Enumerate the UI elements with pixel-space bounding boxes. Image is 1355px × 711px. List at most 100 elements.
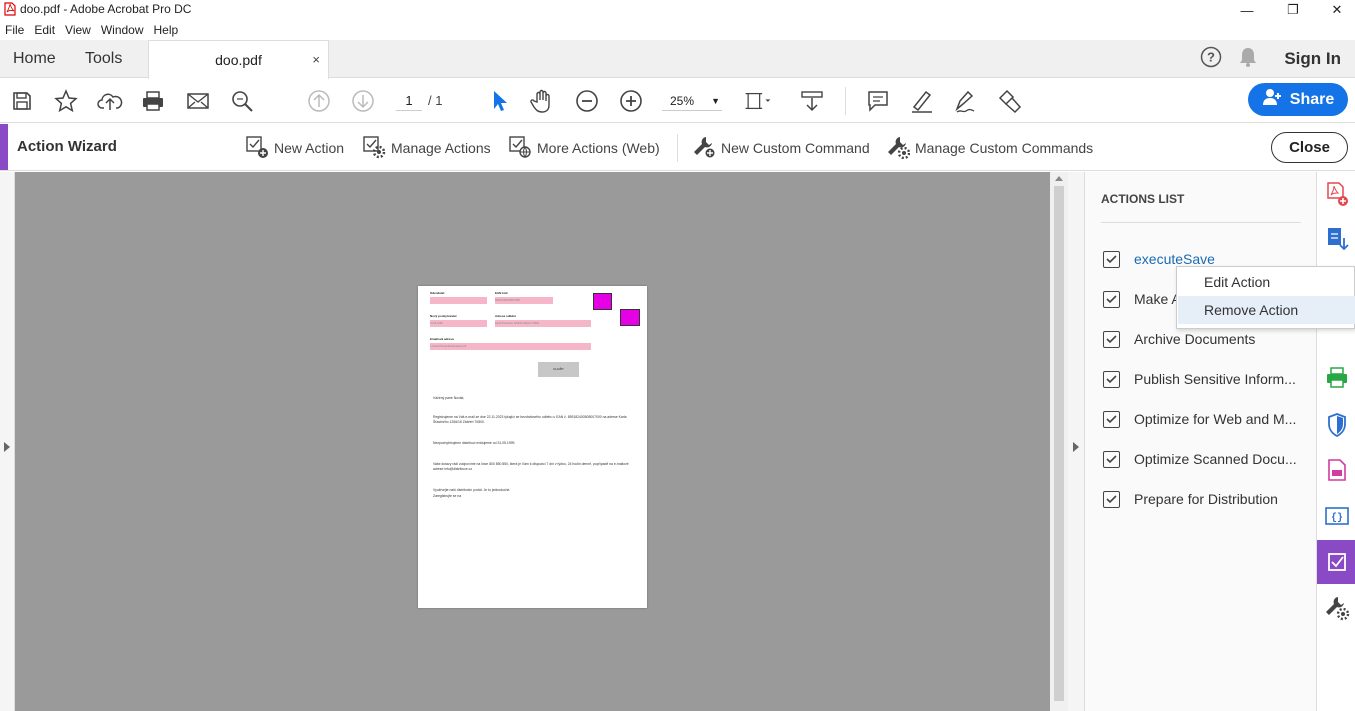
next-page-icon[interactable] — [349, 87, 377, 115]
actions-list-divider — [1101, 222, 1301, 223]
close-tab-icon[interactable]: × — [312, 41, 320, 79]
right-panel-collapse-handle[interactable] — [1068, 172, 1085, 711]
manage-custom-commands-button[interactable]: Manage Custom Commands — [886, 135, 1093, 161]
export-pdf-icon[interactable] — [1317, 219, 1355, 259]
page-fit-icon[interactable] — [744, 87, 772, 115]
expand-left-arrow-icon[interactable] — [4, 442, 10, 452]
close-window-icon[interactable]: ✕ — [1314, 0, 1355, 20]
page-number-input[interactable]: 1 — [396, 91, 422, 111]
email-icon[interactable] — [184, 87, 212, 115]
share-button[interactable]: Share — [1248, 83, 1348, 116]
fill-sign-icon[interactable] — [952, 87, 980, 115]
checklist-icon — [1103, 330, 1120, 348]
action-item-prepare-distribution[interactable]: Prepare for Distribution — [1103, 488, 1278, 510]
tab-home[interactable]: Home — [13, 40, 56, 78]
doc-field-sender[interactable] — [430, 297, 487, 304]
bookmark-star-icon[interactable] — [52, 87, 80, 115]
zoom-out-icon[interactable] — [573, 87, 601, 115]
new-action-button[interactable]: New Action — [245, 135, 344, 161]
action-item-optimize-web[interactable]: Optimize for Web and M... — [1103, 408, 1296, 430]
javascript-icon[interactable]: {} — [1317, 496, 1355, 536]
more-actions-web-button[interactable]: More Actions (Web) — [508, 135, 660, 161]
minimize-icon[interactable]: — — [1224, 0, 1270, 20]
custom-commands-icon[interactable] — [1317, 588, 1355, 628]
scrollbar-thumb[interactable] — [1054, 186, 1064, 701]
menu-view[interactable]: View — [65, 21, 91, 39]
tools-rail: {} — [1316, 172, 1355, 711]
remove-action-menu-item[interactable]: Remove Action — [1178, 296, 1355, 324]
print-icon[interactable] — [139, 87, 167, 115]
zoom-in-icon[interactable] — [617, 87, 645, 115]
select-cursor-icon[interactable] — [485, 87, 513, 115]
scroll-up-arrow-icon[interactable] — [1055, 176, 1063, 181]
doc-save-button[interactable]: ULOŽIT — [538, 362, 579, 377]
tab-tools[interactable]: Tools — [85, 40, 122, 78]
edit-action-menu-item[interactable]: Edit Action — [1178, 268, 1355, 296]
save-icon[interactable] — [8, 87, 36, 115]
action-item-optimize-scanned[interactable]: Optimize Scanned Docu... — [1103, 448, 1297, 470]
hand-tool-icon[interactable] — [528, 87, 556, 115]
checklist-icon — [1103, 250, 1120, 268]
main-toolbar: 1 / 1 25% ▼ Share — [0, 79, 1355, 123]
wrench-gear-icon — [886, 135, 911, 162]
doc-field-email[interactable]: c:/Users/Tomas/Desktop/doo.pdf — [430, 343, 591, 350]
actions-list-panel: ACTIONS LIST executeSave Make A Archive … — [1085, 172, 1316, 711]
collapse-right-arrow-icon[interactable] — [1073, 442, 1079, 452]
new-custom-command-button[interactable]: New Custom Command — [692, 135, 870, 161]
manage-actions-button[interactable]: Manage Actions — [362, 135, 491, 161]
doc-paragraph-3: Vaše dotazy rádi zodpovíme na lince 800 … — [433, 462, 629, 471]
checklist-icon — [1103, 290, 1120, 308]
wizard-separator — [677, 134, 678, 162]
search-zoom-icon[interactable] — [228, 87, 256, 115]
create-pdf-icon[interactable] — [1317, 174, 1355, 214]
menu-file[interactable]: File — [5, 21, 24, 39]
maximize-icon[interactable]: ❐ — [1270, 0, 1316, 20]
actions-list-header: ACTIONS LIST — [1101, 192, 1185, 206]
context-menu: Edit Action Remove Action — [1176, 266, 1355, 329]
new-custom-command-label: New Custom Command — [721, 140, 870, 156]
zoom-value: 25% — [670, 94, 695, 108]
menu-edit[interactable]: Edit — [34, 21, 55, 39]
doc-field-provider[interactable]: 01.05.1999 — [430, 320, 487, 327]
action-item-publish-sensitive[interactable]: Publish Sensitive Inform... — [1103, 368, 1296, 390]
action-item-label: Optimize for Web and M... — [1134, 411, 1297, 427]
doc-field-ean[interactable]: 859182400508007000 — [495, 297, 553, 304]
previous-page-icon[interactable] — [305, 87, 333, 115]
close-wizard-button[interactable]: Close — [1271, 132, 1348, 163]
action-item-label: Make A — [1134, 291, 1181, 307]
manage-actions-icon — [362, 135, 386, 162]
doc-field-address[interactable]: Karla Šťastného 1256/16 Zábřeh 70800 — [495, 320, 591, 327]
organize-pages-icon[interactable] — [1317, 450, 1355, 490]
action-wizard-bar: Action Wizard New Action Manage Actions … — [0, 124, 1355, 171]
help-icon[interactable]: ? — [1200, 46, 1222, 73]
protect-shield-icon[interactable] — [1317, 405, 1355, 445]
action-wizard-icon[interactable] — [1317, 540, 1355, 584]
tab-document[interactable]: doo.pdf × — [148, 40, 329, 79]
pdf-page[interactable]: Odesílatel EAN kód 859182400508007000 No… — [418, 286, 647, 608]
manage-actions-label: Manage Actions — [391, 140, 491, 156]
action-item-make[interactable]: Make A — [1103, 288, 1181, 310]
notifications-bell-icon[interactable] — [1238, 46, 1258, 73]
page-total-label: / 1 — [428, 93, 443, 108]
svg-text:?: ? — [1207, 49, 1215, 64]
menu-window[interactable]: Window — [101, 21, 144, 39]
acrobat-app-icon — [4, 2, 16, 21]
action-item-label: Publish Sensitive Inform... — [1134, 371, 1296, 387]
comment-icon[interactable] — [864, 87, 892, 115]
checklist-icon — [1103, 410, 1120, 428]
zoom-dropdown[interactable]: 25% ▼ — [662, 91, 722, 111]
upload-cloud-icon[interactable] — [96, 87, 124, 115]
menu-help[interactable]: Help — [154, 21, 179, 39]
checklist-icon — [1103, 450, 1120, 468]
doc-paragraph-4: Využívejte naší distribuční portál. Je t… — [433, 488, 511, 492]
highlight-pen-icon[interactable] — [908, 87, 936, 115]
action-item-archive-documents[interactable]: Archive Documents — [1103, 328, 1255, 350]
scroll-mode-icon[interactable] — [798, 87, 826, 115]
left-panel-toggle[interactable] — [0, 172, 15, 711]
sign-in-link[interactable]: Sign In — [1284, 49, 1341, 69]
vertical-scrollbar[interactable] — [1050, 172, 1068, 711]
checklist-icon — [1103, 490, 1120, 508]
edit-tools-icon[interactable] — [996, 87, 1024, 115]
action-item-label: executeSave — [1134, 251, 1215, 267]
print-production-icon[interactable] — [1317, 358, 1355, 398]
